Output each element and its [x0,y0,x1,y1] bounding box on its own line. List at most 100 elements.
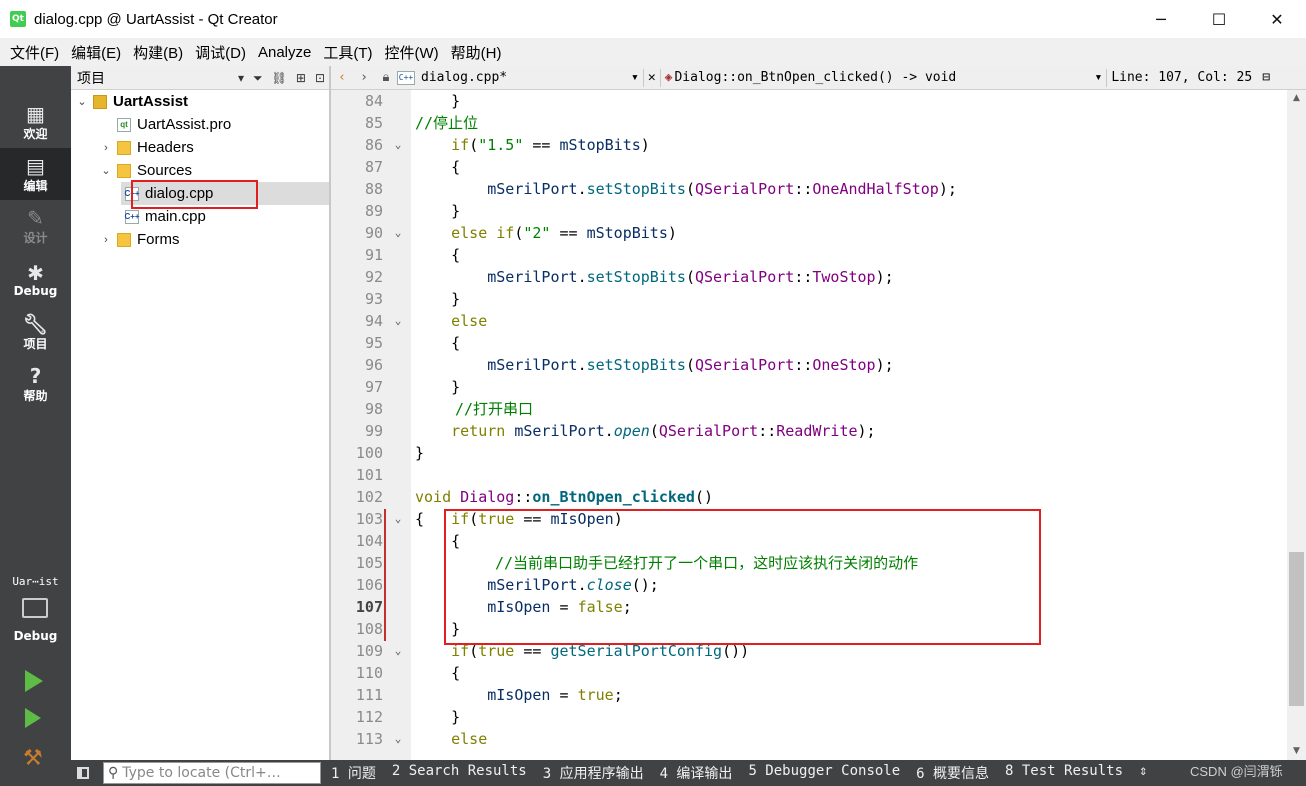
filter-icon[interactable]: ⏷ [253,71,263,86]
project-icon [93,94,107,109]
scroll-down-icon[interactable]: ▼ [1287,743,1306,760]
method-icon: ◈ [664,70,673,85]
window-title: dialog.cpp @ UartAssist - Qt Creator [34,10,278,28]
code-line-110: { [415,664,461,682]
forward-icon[interactable]: › [353,70,375,85]
mode-help[interactable]: ? 帮助 [0,358,71,410]
file-dropdown-icon[interactable]: ▾ [631,70,639,85]
maximize-button[interactable]: ☐ [1190,0,1248,38]
fold-marker-icon[interactable]: ⌄ [391,134,405,156]
expand-arrow-icon[interactable]: ⌄ [99,164,113,177]
tree-item-pro-file[interactable]: qt UartAssist.pro [99,113,329,136]
menu-debug[interactable]: 调试(D) [189,42,252,63]
mode-edit[interactable]: ▤ 编辑 [0,148,71,200]
output-pane-application-output[interactable]: 3 应用程序输出 [543,763,644,783]
code-line-87: { [415,158,461,176]
code-line-92: mSerilPort.setStopBits(QSerialPort::TwoS… [487,268,894,286]
build-hammer-icon[interactable]: ⚒ [23,746,43,771]
monitor-icon[interactable] [22,598,48,618]
fold-marker-icon[interactable]: ⌄ [391,640,405,662]
sidebar-toggle-icon [77,767,89,779]
split-icon[interactable]: ⊞ [296,71,306,85]
run-icon[interactable] [25,670,43,692]
menu-analyze[interactable]: Analyze [252,44,317,61]
open-file-name[interactable]: dialog.cpp* [421,70,631,85]
line-number: 112 [355,708,383,726]
line-number: 107 [355,598,383,616]
toggle-sidebar-button[interactable] [71,760,95,786]
fold-marker-icon[interactable]: ⌄ [391,728,405,750]
project-pane-title[interactable]: 项目 [77,68,105,88]
mode-debug[interactable]: ✱ Debug [0,254,71,306]
more-panes-icon[interactable]: ⇕ [1139,763,1147,783]
output-pane-test-results[interactable]: 8 Test Results [1005,763,1123,783]
menu-tools[interactable]: 工具(T) [317,42,378,63]
line-number: 99 [364,422,383,440]
symbol-selector[interactable]: Dialog::on_BtnOpen_clicked() -> void [674,70,1094,85]
fold-marker-icon[interactable]: ⌄ [391,222,405,244]
code-editor[interactable]: } //停止位 if("1.5" == mStopBits) { mSerilP… [411,90,1287,760]
locator-input[interactable]: ⚲ Type to locate (Ctrl+… [103,762,321,784]
vertical-scrollbar[interactable]: ▲ ▼ [1287,90,1306,760]
split-editor-icon[interactable]: ⊟ [1262,70,1270,85]
line-number: 91 [364,246,383,264]
debug-run-icon[interactable] [25,708,41,728]
tree-item-label: Headers [137,139,194,156]
menu-build[interactable]: 构建(B) [127,42,189,63]
tree-item-forms[interactable]: › Forms [99,228,329,251]
expand-arrow-icon[interactable]: ⌄ [75,95,89,108]
menu-file[interactable]: 文件(F) [4,42,65,63]
qt-app-icon: Qt [10,11,26,27]
grid-icon: ▦ [26,101,45,126]
code-line-95: { [415,334,461,352]
mode-projects[interactable]: 🔧︎ 项目 [0,306,71,358]
mode-debug-label: Debug [13,284,58,298]
mode-edit-label: 编辑 [23,178,48,193]
line-number: 88 [364,180,383,198]
cursor-position[interactable]: Line: 107, Col: 25 [1111,70,1252,85]
cpp-file-icon: C++ [397,70,415,85]
minimize-button[interactable]: ─ [1132,0,1190,38]
symbol-dropdown-icon[interactable]: ▾ [1094,70,1102,85]
menu-help[interactable]: 帮助(H) [445,42,508,63]
collapse-arrow-icon[interactable]: › [99,142,113,154]
tree-item-uartassist[interactable]: ⌄ UartAssist [75,90,329,113]
line-number: 104 [355,532,383,550]
link-icon[interactable]: ⛓ [272,71,287,85]
kit-config-label: Debug [13,629,58,643]
cpp-file-icon: C++ [124,209,140,224]
line-number: 106 [355,576,383,594]
tree-item-headers[interactable]: › Headers [99,136,329,159]
menu-edit[interactable]: 编辑(E) [65,42,127,63]
scroll-up-icon[interactable]: ▲ [1287,90,1306,107]
mode-design[interactable]: ✎ 设计 [0,200,71,252]
menu-widgets[interactable]: 控件(W) [379,42,445,63]
locator-placeholder: Type to locate (Ctrl+… [122,765,281,781]
scroll-thumb[interactable] [1289,552,1304,706]
line-number: 100 [355,444,383,462]
help-icon: ? [29,363,42,388]
line-number: 97 [364,378,383,396]
editor-toolbar: ‹ › 🔒︎ C++ dialog.cpp* ▾ ✕ ◈ Dialog::on_… [331,66,1306,90]
code-line-84: } [415,92,461,110]
close-button[interactable]: ✕ [1248,0,1306,38]
fold-marker-icon[interactable]: ⌄ [391,310,405,332]
output-pane-issues[interactable]: 1 问题 [331,763,376,783]
close-pane-icon[interactable]: ⊡ [315,71,325,85]
output-pane-general-messages[interactable]: 6 概要信息 [916,763,989,783]
output-pane-search-results[interactable]: 2 Search Results [392,763,527,783]
fold-marker-icon[interactable]: ⌄ [391,508,405,530]
line-number: 90 [364,224,383,242]
line-number: 109 [355,642,383,660]
output-pane-compile-output[interactable]: 4 编译输出 [660,763,733,783]
collapse-arrow-icon[interactable]: › [99,234,113,246]
back-icon[interactable]: ‹ [331,70,353,85]
dropdown-arrow-icon[interactable]: ▾ [238,71,244,85]
mode-welcome[interactable]: ▦ 欢迎 [0,96,71,148]
enum-value: TwoStop [812,268,876,286]
output-pane-debugger-console[interactable]: 5 Debugger Console [748,763,900,783]
close-document-icon[interactable]: ✕ [648,70,656,85]
code-line-89: } [415,202,461,220]
tree-item-sources[interactable]: ⌄ Sources [99,159,329,182]
status-bar: ⚲ Type to locate (Ctrl+… 1 问题 2 Search R… [71,760,1306,786]
